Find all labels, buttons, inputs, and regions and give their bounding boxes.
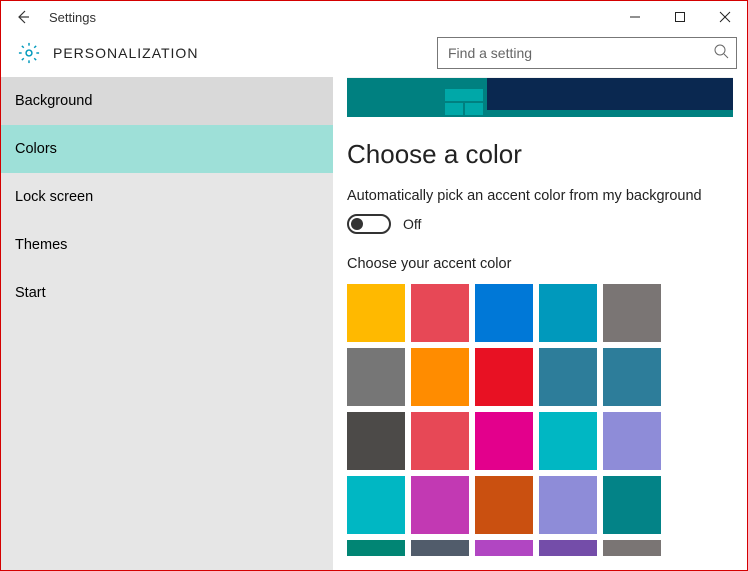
accent-swatch[interactable] [411, 540, 469, 556]
sidebar-item-lock-screen[interactable]: Lock screen [1, 173, 333, 221]
accent-color-label: Choose your accent color [347, 256, 747, 272]
accent-swatch[interactable] [603, 284, 661, 342]
accent-swatch[interactable] [475, 412, 533, 470]
accent-swatch[interactable] [475, 476, 533, 534]
accent-swatch[interactable] [603, 412, 661, 470]
accent-swatch[interactable] [411, 476, 469, 534]
search-input[interactable] [437, 37, 737, 69]
search-icon [713, 43, 729, 59]
accent-swatch[interactable] [347, 540, 405, 556]
accent-swatch[interactable] [475, 348, 533, 406]
auto-pick-label: Automatically pick an accent color from … [347, 188, 747, 204]
sidebar-item-label: Colors [15, 141, 57, 157]
sidebar-item-label: Background [15, 93, 92, 109]
auto-pick-toggle[interactable] [347, 214, 391, 234]
sidebar-item-start[interactable]: Start [1, 269, 333, 317]
accent-swatch[interactable] [347, 284, 405, 342]
accent-swatch[interactable] [603, 540, 661, 556]
sidebar-item-themes[interactable]: Themes [1, 221, 333, 269]
accent-swatch[interactable] [347, 412, 405, 470]
accent-swatch[interactable] [411, 284, 469, 342]
section-title: Choose a color [347, 139, 747, 170]
close-button[interactable] [702, 1, 747, 33]
accent-swatch[interactable] [539, 348, 597, 406]
category-title: PERSONALIZATION [53, 45, 198, 61]
accent-swatch[interactable] [347, 476, 405, 534]
minimize-button[interactable] [612, 1, 657, 33]
accent-swatch[interactable] [475, 284, 533, 342]
accent-swatch[interactable] [539, 540, 597, 556]
accent-swatch[interactable] [603, 348, 661, 406]
accent-swatch[interactable] [475, 540, 533, 556]
toggle-state-text: Off [403, 216, 421, 232]
sidebar-item-label: Lock screen [15, 189, 93, 205]
accent-color-grid [347, 284, 747, 570]
window-title: Settings [45, 10, 96, 25]
sidebar-item-label: Themes [15, 237, 67, 253]
gear-icon [15, 39, 43, 67]
maximize-button[interactable] [657, 1, 702, 33]
accent-swatch[interactable] [539, 412, 597, 470]
accent-swatch[interactable] [539, 284, 597, 342]
back-button[interactable] [1, 1, 45, 33]
content-pane: Choose a color Automatically pick an acc… [333, 77, 747, 570]
accent-swatch[interactable] [539, 476, 597, 534]
sidebar-item-background[interactable]: Background [1, 77, 333, 125]
sidebar-item-label: Start [15, 285, 46, 301]
accent-swatch[interactable] [603, 476, 661, 534]
accent-swatch[interactable] [411, 348, 469, 406]
sidebar-item-colors[interactable]: Colors [1, 125, 333, 173]
sidebar: Background Colors Lock screen Themes Sta… [1, 77, 333, 570]
accent-swatch[interactable] [411, 412, 469, 470]
color-preview [347, 77, 733, 117]
accent-swatch[interactable] [347, 348, 405, 406]
